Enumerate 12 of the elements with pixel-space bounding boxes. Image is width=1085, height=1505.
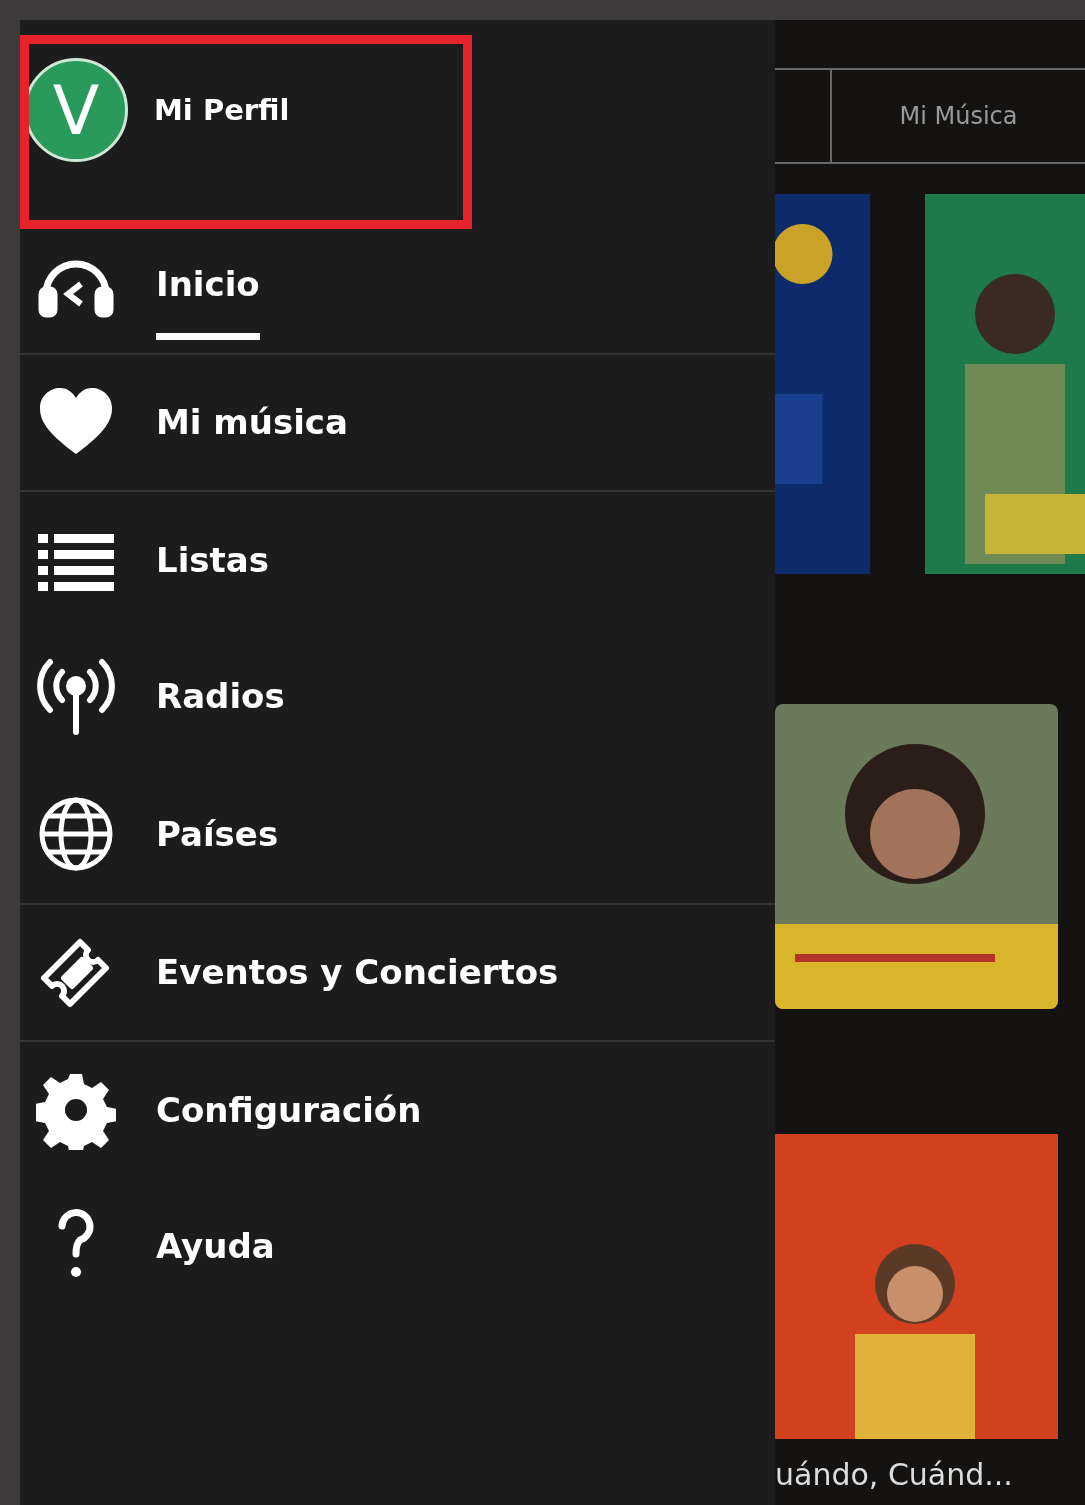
profile-name[interactable]: Mi Perfil	[154, 93, 290, 127]
menu-item[interactable]: Radios	[156, 640, 285, 753]
antenna-icon	[36, 656, 116, 737]
menu-item[interactable]: Eventos y Conciertos	[156, 916, 559, 1029]
tab[interactable]: Mi Música	[830, 70, 1085, 162]
menu-item[interactable]: Ayuda	[156, 1190, 275, 1303]
album-title: uándo, Cuánd...	[775, 1457, 1014, 1492]
menu-item[interactable]: Países	[156, 777, 279, 890]
menu-item[interactable]: Configuración	[156, 1053, 422, 1166]
menu-item[interactable]: Listas	[156, 503, 269, 616]
menu-item[interactable]: Inicio	[156, 227, 260, 340]
menu-item[interactable]: Mi música	[156, 366, 348, 479]
